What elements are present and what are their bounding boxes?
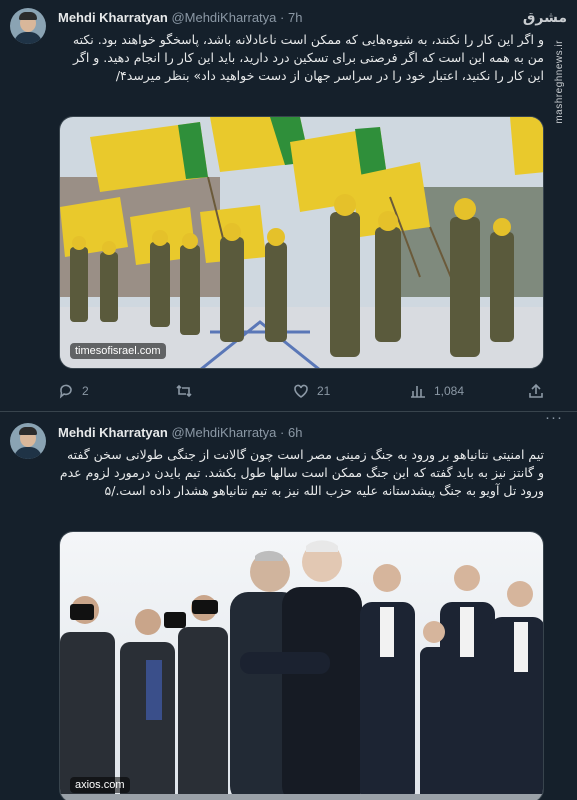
more-options-icon[interactable]: ··· (545, 409, 563, 426)
author-name[interactable]: Mehdi Kharratyan (58, 10, 168, 25)
tweet-header: Mehdi Kharratyan @MehdiKharratya · 6h (58, 425, 303, 440)
author-handle[interactable]: @MehdiKharratya (171, 425, 276, 440)
tweet-time[interactable]: 6h (288, 425, 302, 440)
like-count: 21 (317, 384, 331, 398)
author-name[interactable]: Mehdi Kharratyan (58, 425, 168, 440)
tweet-image[interactable]: axios.com (59, 531, 544, 800)
share-icon (529, 383, 543, 398)
image-source-label: axios.com (70, 777, 130, 793)
tweet-time[interactable]: 7h (288, 10, 302, 25)
retweet-icon (176, 384, 192, 398)
reply-count: 2 (82, 384, 89, 398)
heart-icon (294, 384, 308, 398)
tweet[interactable]: Mehdi Kharratyan @MehdiKharratya · 7h و … (0, 0, 577, 412)
share-button[interactable] (528, 383, 544, 399)
tweet-header: Mehdi Kharratyan @MehdiKharratya · 7h (58, 10, 303, 25)
parade-photo (60, 117, 543, 368)
tweet-text: و اگر این کار را نکنند، به شیوه‌هایی که … (72, 32, 544, 83)
avatar[interactable] (10, 8, 46, 44)
author-handle[interactable]: @MehdiKharratya (171, 10, 276, 25)
retweet-button[interactable] (176, 383, 200, 399)
views-button[interactable]: 1,084 (410, 383, 464, 399)
like-button[interactable]: 21 (293, 383, 330, 399)
embrace-photo (60, 532, 543, 800)
avatar[interactable] (10, 423, 46, 459)
views-icon (411, 386, 425, 398)
tweet-actions: 2 21 1,084 (58, 383, 544, 401)
tweet-image[interactable]: timesofisrael.com (59, 116, 544, 369)
views-count: 1,084 (434, 384, 465, 398)
reply-button[interactable]: 2 (58, 383, 89, 399)
image-source-label: timesofisrael.com (70, 343, 166, 359)
reply-icon (59, 384, 72, 399)
tweet-text: تیم امنیتی نتانیاهو بر ورود به جنگ زمینی… (59, 447, 544, 498)
tweet[interactable]: ··· Mehdi Kharratyan @MehdiKharratya · 6… (0, 409, 577, 800)
